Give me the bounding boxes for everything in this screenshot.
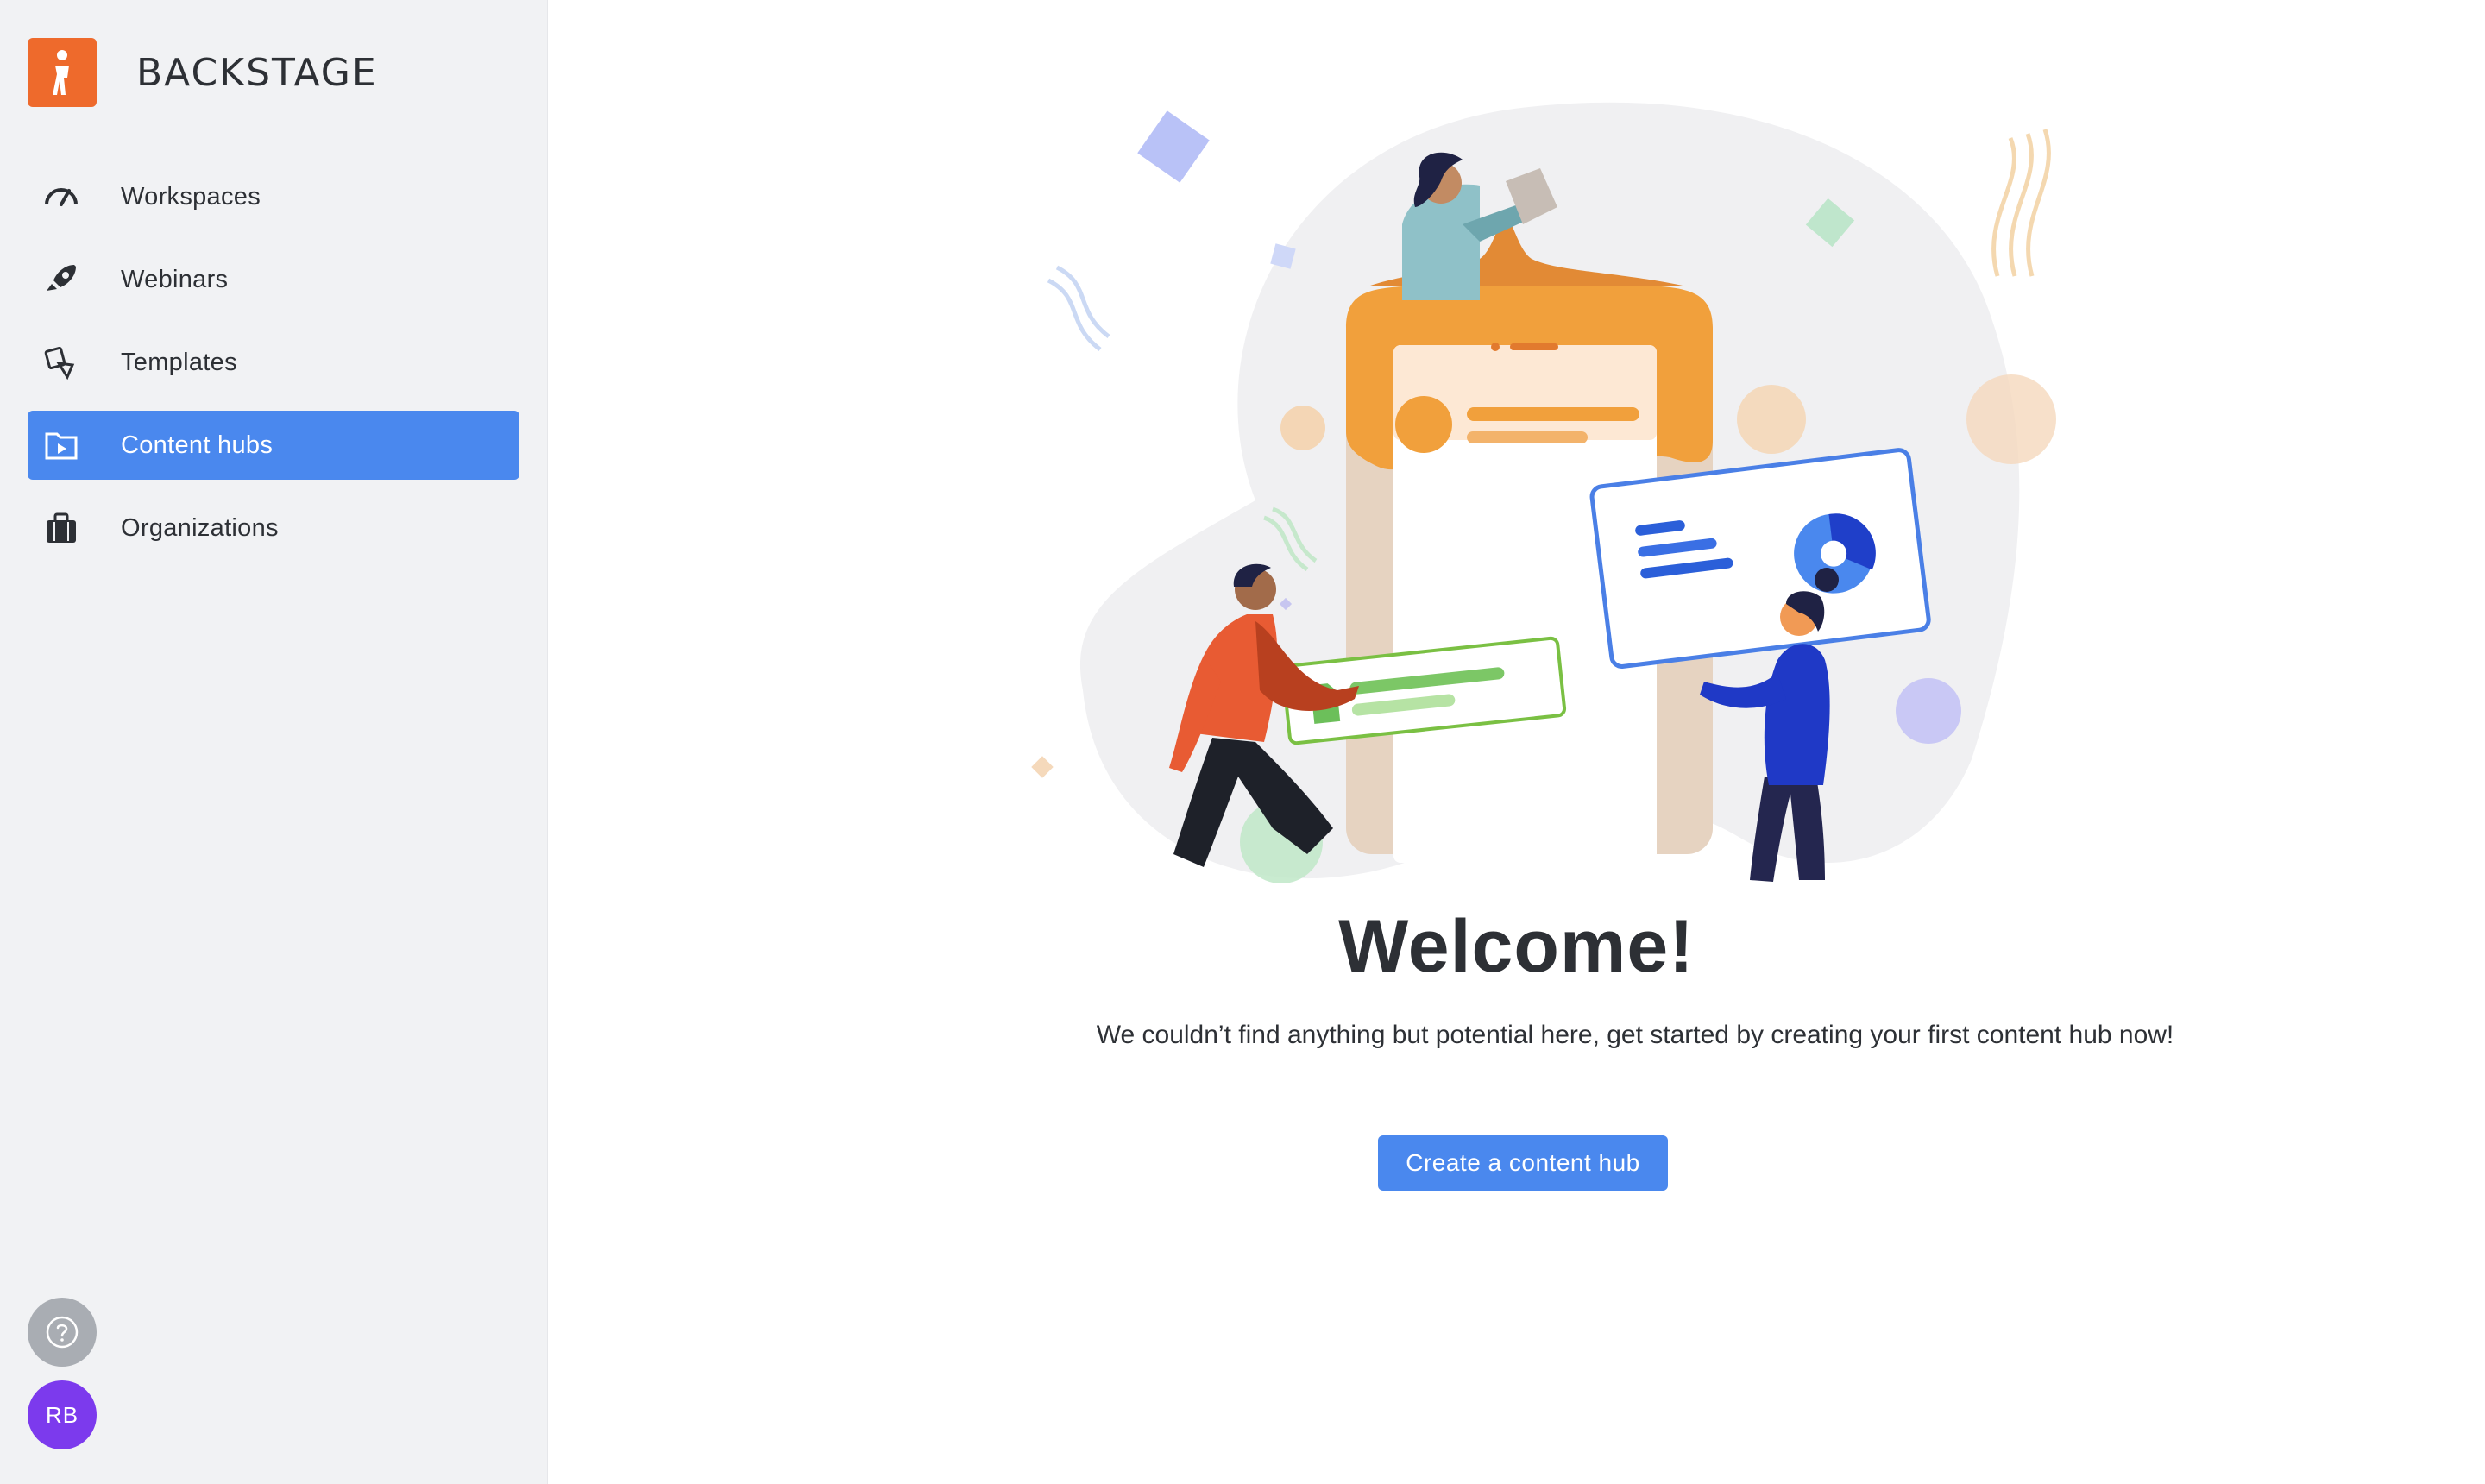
sidebar-nav: Workspaces Webinars Templates Content hu… [28,162,519,576]
sidebar-item-templates[interactable]: Templates [28,328,519,397]
person-walking-icon [53,50,69,95]
avatar[interactable]: RB [28,1380,97,1449]
briefcase-icon [43,510,79,546]
help-button[interactable] [28,1298,97,1367]
page-title: Welcome! [1338,905,1695,988]
sidebar: BACKSTAGE Workspaces Webinars Templates … [0,0,548,1484]
shapes-icon [43,344,79,380]
brand[interactable]: BACKSTAGE [28,38,378,107]
sidebar-item-label: Templates [121,348,237,376]
sidebar-item-content-hubs[interactable]: Content hubs [28,411,519,480]
sidebar-item-workspaces[interactable]: Workspaces [28,162,519,231]
question-circle-icon [46,1316,79,1349]
logo[interactable] [28,38,97,107]
speedometer-icon [43,179,79,215]
empty-state-description: We couldn’t find anything but potential … [1096,1021,2174,1049]
sidebar-item-label: Webinars [121,265,229,293]
brand-name: BACKSTAGE [136,50,378,95]
sidebar-item-webinars[interactable]: Webinars [28,245,519,314]
sidebar-item-label: Content hubs [121,431,274,459]
folder-play-icon [43,427,79,463]
main-content: Welcome! We couldn’t find anything but p… [548,0,2485,1484]
sidebar-item-label: Organizations [121,513,279,542]
rocket-icon [43,261,79,298]
empty-state-illustration [1031,102,2056,883]
sidebar-item-organizations[interactable]: Organizations [28,494,519,563]
create-content-hub-button[interactable]: Create a content hub [1378,1135,1668,1191]
sidebar-item-label: Workspaces [121,182,261,211]
